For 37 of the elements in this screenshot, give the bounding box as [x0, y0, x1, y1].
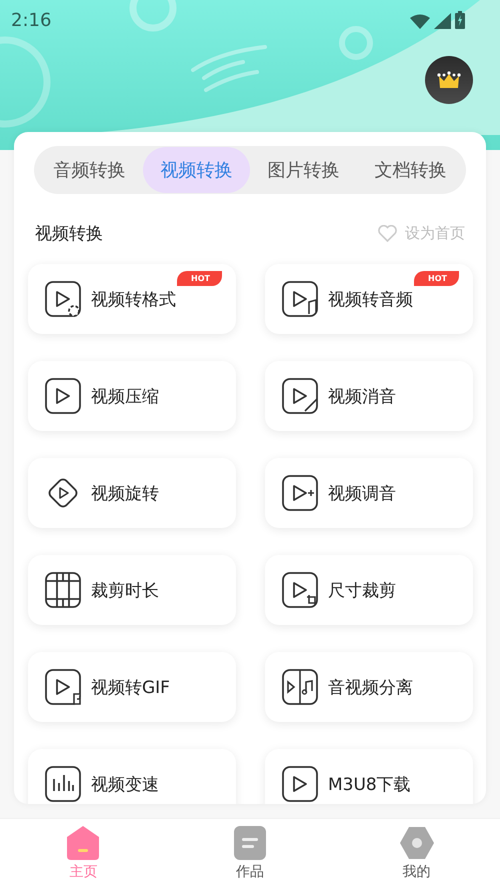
video-mute-icon	[281, 377, 319, 415]
nav-tab[interactable]: 我的	[333, 819, 500, 889]
tool-card[interactable]: 视频变速	[28, 749, 236, 804]
crown-icon	[437, 71, 461, 89]
tool-card[interactable]: M3U8下载	[265, 749, 473, 804]
tool-card[interactable]: 视频旋转	[28, 458, 236, 528]
hot-badge: HOT	[414, 271, 459, 286]
play-icon	[44, 377, 82, 415]
hot-badge: HOT	[177, 271, 222, 286]
signal-icon	[434, 13, 451, 29]
tool-card[interactable]: 视频转GIF	[28, 652, 236, 722]
tool-card[interactable]: 视频转格式 HOT	[28, 264, 236, 334]
status-time: 2:16	[11, 10, 52, 30]
section-title: 视频转换	[35, 223, 103, 245]
tool-card[interactable]: 视频消音	[265, 361, 473, 431]
heart-icon	[378, 225, 397, 242]
video-music-icon	[281, 280, 319, 318]
battery-icon	[455, 11, 465, 29]
tool-card[interactable]: 音视频分离	[265, 652, 473, 722]
category-tab[interactable]: 音频转换	[36, 147, 143, 193]
category-tab[interactable]: 图片转换	[250, 147, 357, 193]
equalizer-icon	[44, 765, 82, 803]
film-grid-icon	[44, 571, 82, 609]
home-icon	[65, 825, 102, 861]
tool-card[interactable]: 尺寸裁剪	[265, 555, 473, 625]
document-icon	[232, 825, 268, 861]
wifi-icon	[410, 14, 430, 29]
split-video-audio-icon	[281, 668, 319, 706]
tool-card[interactable]: 视频转音频 HOT	[265, 264, 473, 334]
hexagon-icon	[398, 825, 435, 861]
nav-tab[interactable]: 作品	[166, 819, 334, 889]
category-tab[interactable]: 文档转换	[357, 147, 464, 193]
tool-card[interactable]: 裁剪时长	[28, 555, 236, 625]
video-crop-icon	[281, 571, 319, 609]
video-settings-icon	[44, 280, 82, 318]
tool-card[interactable]: 视频压缩	[28, 361, 236, 431]
tool-card[interactable]: 视频调音	[265, 458, 473, 528]
